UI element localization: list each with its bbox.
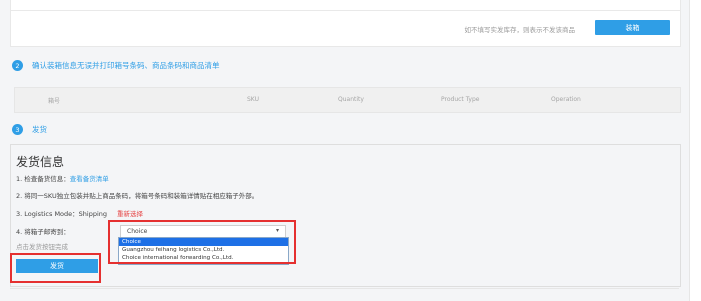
step3-number-badge: 3 xyxy=(12,124,23,135)
step2-number-badge: 2 xyxy=(12,60,23,71)
shipping-line-1: 1. 检查备货信息：查看备货清单 xyxy=(16,173,109,183)
stock-hint: 如不填写实发库存，则表示不发该商品 xyxy=(464,26,576,34)
divider xyxy=(10,288,679,289)
highlight-box-ship-button xyxy=(10,253,101,283)
step2-title: 确认装箱信息无误并打印箱号条码、商品条码和商品清单 xyxy=(32,61,220,70)
highlight-box-dropdown xyxy=(108,220,296,264)
pack-card: 如不填写实发库存，则表示不发该商品 装箱 xyxy=(10,0,681,47)
ship-to-label: 4. 将箱子邮寄到： xyxy=(16,228,70,236)
pack-button[interactable]: 装箱 xyxy=(595,20,670,35)
step3-title: 发货 xyxy=(32,125,47,134)
column-header-product-type: Product Type xyxy=(441,96,480,103)
ship-note: 点击发货按钮完成 xyxy=(16,243,68,251)
column-header-sku: SKU xyxy=(247,96,259,103)
reselect-link[interactable]: 重新选择 xyxy=(117,210,143,218)
column-header-operation: Operation xyxy=(551,96,581,103)
column-header-box-number: 箱号 xyxy=(48,98,61,105)
column-header-quantity: Quantity xyxy=(338,96,364,103)
divider xyxy=(11,10,680,11)
line1-prefix: 1. 检查备货信息： xyxy=(16,175,70,183)
step3-header: 3 发货 xyxy=(12,124,47,135)
step2-header: 2 确认装箱信息无误并打印箱号条码、商品条码和商品清单 xyxy=(12,60,220,71)
scrollbar[interactable] xyxy=(689,0,701,301)
shipping-line-2: 2. 将同一SKU独立包装并贴上商品条码，将箱号条码和装箱详情贴在相应箱子外部。 xyxy=(16,192,259,200)
shipping-line-3: 3. Logistics Mode：Shipping 重新选择 xyxy=(16,208,143,218)
shipping-title: 发货信息 xyxy=(16,155,65,169)
logistics-mode-text: 3. Logistics Mode：Shipping xyxy=(16,210,108,218)
box-table-header: 箱号 SKU Quantity Product Type Operation xyxy=(14,87,681,113)
page: 如不填写实发库存，则表示不发该商品 装箱 2 确认装箱信息无误并打印箱号条码、商… xyxy=(0,0,689,301)
view-stock-list-link[interactable]: 查看备货清单 xyxy=(70,175,109,183)
